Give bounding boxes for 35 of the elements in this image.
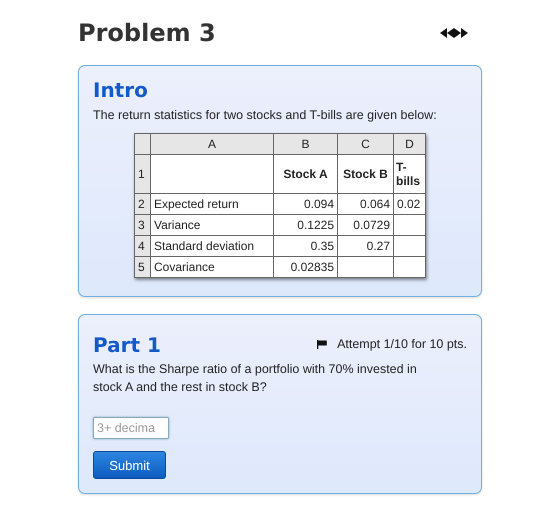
table-cell: Variance — [150, 214, 274, 236]
question-text: What is the Sharpe ratio of a portfolio with 70% invested in stock A and the rest in stock B? — [93, 361, 418, 396]
table-cell: Stock B — [338, 154, 394, 194]
previous-icon[interactable] — [440, 28, 454, 38]
column-header: B — [274, 134, 338, 154]
table-cell: 0.0729 — [338, 214, 394, 236]
row-number: 3 — [134, 214, 150, 236]
intro-text: The return statistics for two stocks and T-bills are given below: — [93, 107, 438, 124]
flag-icon[interactable] — [317, 340, 328, 348]
table-cell: Standard deviation — [150, 236, 274, 256]
part-heading: Part 1 — [93, 333, 161, 357]
table-cell: 0.094 — [274, 194, 338, 214]
table-cell: 0.02835 — [274, 256, 338, 278]
table-cell: 0.27 — [338, 236, 394, 256]
table-cell: 0.064 — [338, 194, 394, 214]
column-header: C — [338, 134, 394, 154]
next-icon[interactable] — [454, 28, 468, 38]
table-cell: Covariance — [150, 256, 274, 278]
row-number: 5 — [134, 256, 150, 278]
table-cell: Stock A — [274, 154, 338, 194]
column-header: D — [394, 134, 426, 154]
table-cell: 0.02 — [394, 194, 426, 214]
table-cell: Expected return — [150, 194, 274, 214]
problem-title: Problem 3 — [78, 19, 216, 47]
submit-button[interactable]: Submit — [93, 451, 166, 479]
table-cell: T-bills — [394, 154, 426, 194]
table-cell: 0.35 — [274, 236, 338, 256]
row-number: 4 — [134, 236, 150, 256]
attempt-text: Attempt 1/10 for 10 pts. — [337, 337, 467, 351]
row-number: 2 — [134, 194, 150, 214]
intro-heading: Intro — [93, 78, 149, 102]
answer-field[interactable]: 3+ decima — [93, 417, 169, 439]
column-header: A — [150, 134, 274, 154]
row-number: 1 — [134, 154, 150, 194]
table-cell: 0.1225 — [274, 214, 338, 236]
